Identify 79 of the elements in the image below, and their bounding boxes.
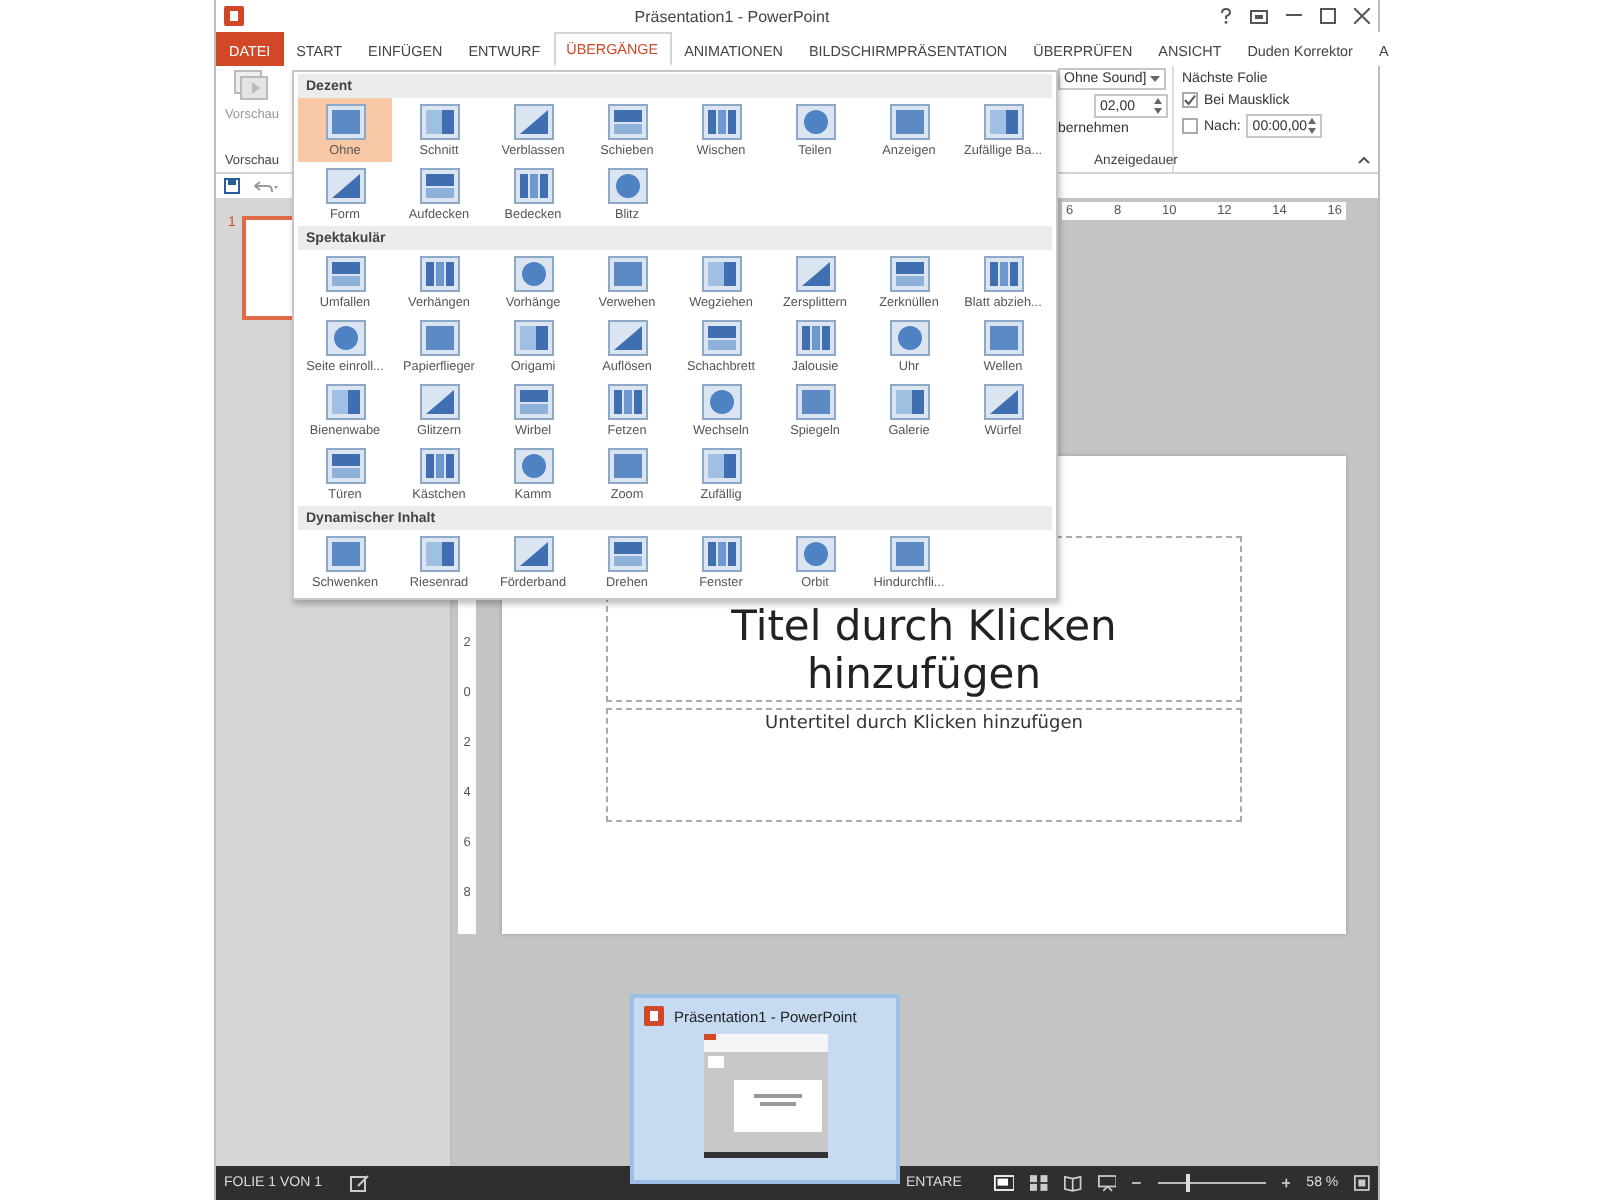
transition-preview-icon: [889, 255, 929, 291]
slide-thumbnail[interactable]: [241, 216, 292, 320]
transition-preview-icon: [325, 447, 365, 483]
transition-preview-icon: [513, 255, 553, 291]
transition-preview-icon: [325, 383, 365, 419]
window-title: Präsentation1 - PowerPoint: [632, 7, 832, 25]
transition-preview-icon: [701, 535, 741, 571]
transition-preview-icon: [889, 535, 929, 571]
transition-preview-icon: [607, 535, 647, 571]
transition-preview-icon: [325, 319, 365, 355]
transition-preview-icon: [419, 167, 459, 203]
transition-preview-icon: [983, 103, 1023, 139]
transition-preview-icon: [513, 167, 553, 203]
subtitle-placeholder[interactable]: Untertitel durch Klicken hinzufügen: [606, 708, 1242, 822]
slide-sorter-icon[interactable]: [1030, 1174, 1049, 1192]
app-logo-icon: [224, 6, 244, 26]
transition-preview-icon: [513, 447, 553, 483]
minimize-icon[interactable]: [1286, 14, 1302, 18]
transition-preview-icon: [889, 383, 929, 419]
checkbox[interactable]: [1182, 92, 1198, 108]
transition-preview-icon: [795, 255, 835, 291]
transition-preview-icon: [325, 103, 365, 139]
transition-preview-icon: [983, 255, 1023, 291]
transition-preview-icon: [701, 103, 741, 139]
check-icon: [1184, 94, 1196, 106]
transition-preview-icon: [795, 103, 835, 139]
preview-icon: [233, 70, 270, 102]
transition-preview-icon: [889, 319, 929, 355]
transition-preview-icon: [701, 319, 741, 355]
transition-preview-icon: [513, 535, 553, 571]
notes-edit-icon[interactable]: [350, 1174, 371, 1192]
transition-preview-icon: [419, 255, 459, 291]
transition-preview-icon: [795, 319, 835, 355]
spinner-icon: [1308, 118, 1317, 134]
transition-preview-icon: [795, 383, 835, 419]
transition-preview-icon: [419, 447, 459, 483]
spinner-icon: [1154, 98, 1162, 114]
subtitle-prompt: Untertitel durch Klicken hinzufügen: [765, 714, 1083, 738]
help-icon[interactable]: [1220, 8, 1232, 24]
fit-to-window-icon[interactable]: [1354, 1174, 1370, 1192]
transition-preview-icon: [795, 535, 835, 571]
transition-preview-icon: [419, 319, 459, 355]
normal-view-icon[interactable]: [993, 1174, 1015, 1192]
checkbox[interactable]: [1182, 118, 1198, 134]
window-thumbnail-drawing: [703, 1034, 827, 1158]
transition-preview-icon: [325, 167, 365, 203]
transition-preview-icon: [419, 383, 459, 419]
transition-preview-icon: [607, 319, 647, 355]
caret-icon: [1150, 76, 1160, 82]
transition-preview-icon: [325, 535, 365, 571]
transition-preview-icon: [983, 383, 1023, 419]
transition-preview-icon: [513, 319, 553, 355]
transition-preview-icon: [607, 383, 647, 419]
zoom-slider-thumb[interactable]: [1186, 1174, 1191, 1192]
transition-preview-icon: [607, 103, 647, 139]
transition-preview-icon: [607, 255, 647, 291]
transition-preview-icon: [607, 447, 647, 483]
transition-preview-icon: [889, 103, 929, 139]
save-icon[interactable]: [224, 178, 240, 194]
transition-preview-icon: [983, 319, 1023, 355]
ribbon-display-icon[interactable]: [1250, 9, 1268, 23]
transition-preview-icon: [701, 447, 741, 483]
zoom-in-icon[interactable]: [1281, 1178, 1291, 1188]
transition-preview-icon: [607, 167, 647, 203]
transition-preview-icon: [419, 103, 459, 139]
transition-preview-icon: [701, 383, 741, 419]
transition-preview-icon: [701, 255, 741, 291]
transition-preview-icon: [325, 255, 365, 291]
app-logo-icon: [644, 1006, 664, 1026]
maximize-icon[interactable]: [1320, 8, 1336, 24]
close-icon[interactable]: [1354, 8, 1370, 24]
reading-view-icon[interactable]: [1064, 1174, 1082, 1192]
transition-preview-icon: [513, 103, 553, 139]
slideshow-icon[interactable]: [1097, 1174, 1117, 1192]
collapse-ribbon-icon[interactable]: [1358, 156, 1370, 164]
undo-icon[interactable]: [254, 179, 278, 193]
transition-preview-icon: [513, 383, 553, 419]
title-prompt: Titel durch Klicken hinzufügen: [729, 602, 1119, 700]
transition-preview-icon: [419, 535, 459, 571]
